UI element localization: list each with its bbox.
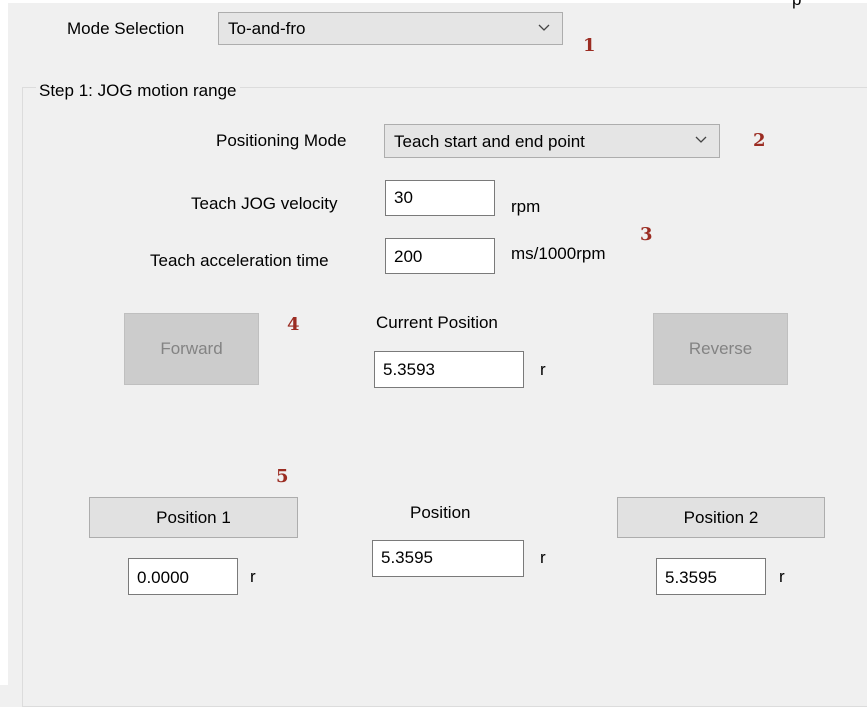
callout-5: 5 [276,466,289,487]
current-position-unit: r [540,360,546,379]
mode-selection-label: Mode Selection [67,19,185,38]
teach-jog-velocity-unit: rpm [511,197,541,216]
callout-4: 4 [287,314,300,335]
teach-jog-velocity-input[interactable]: 30 [385,180,495,216]
callout-2: 2 [753,130,766,151]
teach-accel-time-unit: ms/1000rpm [511,244,606,263]
chevron-down-icon [538,24,550,31]
corner-text: p [792,0,801,10]
positioning-mode-dropdown[interactable]: Teach start and end point [384,124,720,158]
chevron-down-icon [695,136,707,143]
current-position-field: 5.3593 [374,351,524,388]
position-1-field: 0.0000 [128,558,238,595]
position-2-field: 5.3595 [656,558,766,595]
teach-accel-time-input[interactable]: 200 [385,238,495,274]
window-top-edge [8,0,867,3]
position-2-button[interactable]: Position 2 [617,497,825,538]
position-1-button[interactable]: Position 1 [89,497,298,538]
forward-button[interactable]: Forward [124,313,259,385]
teach-jog-velocity-label: Teach JOG velocity [191,194,338,213]
position-1-unit: r [250,567,256,586]
callout-1: 1 [583,35,596,56]
callout-3: 3 [640,224,653,245]
current-position-label: Current Position [376,313,498,332]
positioning-mode-value: Teach start and end point [394,132,585,151]
window-left-edge [0,0,8,685]
teach-accel-time-label: Teach acceleration time [150,251,329,270]
step1-title: Step 1: JOG motion range [36,81,240,101]
mode-selection-value: To-and-fro [228,19,306,38]
position-2-unit: r [779,567,785,586]
mode-selection-dropdown[interactable]: To-and-fro [218,12,563,45]
reverse-button[interactable]: Reverse [653,313,788,385]
position-label: Position [410,503,471,522]
position-field: 5.3595 [372,540,524,577]
position-unit: r [540,548,546,567]
positioning-mode-label: Positioning Mode [216,131,347,150]
